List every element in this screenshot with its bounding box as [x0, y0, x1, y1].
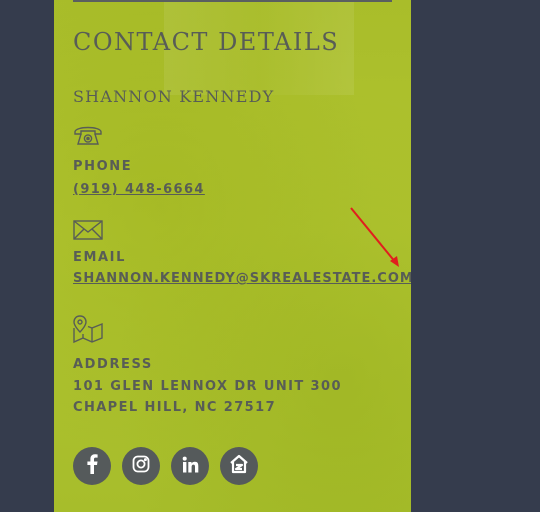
- agent-name: SHANNON KENNEDY: [73, 87, 275, 106]
- phone-link[interactable]: (919) 448-6664: [73, 182, 205, 197]
- annotation-arrow-icon: [350, 207, 399, 267]
- linkedin-link[interactable]: [171, 447, 209, 485]
- social-links: [73, 447, 258, 485]
- address-label: ADDRESS: [73, 357, 153, 372]
- facebook-icon: [85, 454, 99, 478]
- map-pin-icon: [73, 314, 103, 344]
- zillow-icon: [229, 454, 249, 478]
- zillow-link[interactable]: [220, 447, 258, 485]
- envelope-icon: [73, 220, 103, 240]
- instagram-link[interactable]: [122, 447, 160, 485]
- contact-title: CONTACT DETAILS: [73, 28, 340, 56]
- facebook-link[interactable]: [73, 447, 111, 485]
- top-divider: [73, 0, 392, 2]
- phone-icon: [73, 123, 103, 147]
- email-label: EMAIL: [73, 250, 126, 265]
- address-line-2: CHAPEL HILL, NC 27517: [73, 400, 277, 415]
- instagram-icon: [132, 455, 150, 477]
- phone-label: PHONE: [73, 159, 133, 174]
- address-line-1: 101 GLEN LENNOX DR UNIT 300: [73, 379, 342, 394]
- linkedin-icon: [182, 456, 199, 477]
